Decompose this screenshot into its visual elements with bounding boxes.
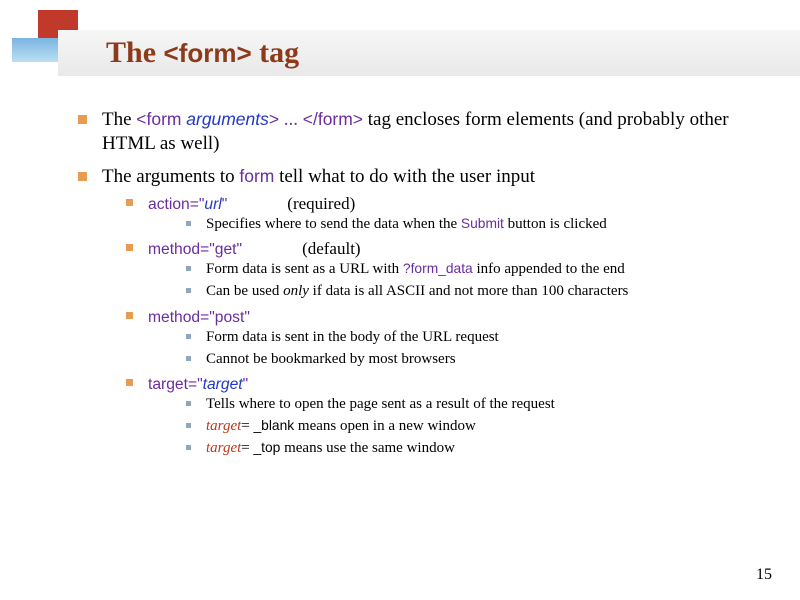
bullet-action-desc: Specifies where to send the data when th… (176, 215, 750, 234)
bullet-post-bookmark: Cannot be bookmarked by most browsers (176, 350, 750, 369)
bullet-get-ascii: Can be used only if data is all ASCII an… (176, 282, 750, 301)
bullet-method-post: method="post" Form data is sent in the b… (118, 306, 750, 369)
blue-square-icon (12, 38, 58, 62)
slide-number: 15 (756, 566, 772, 584)
title-code: <form> (164, 38, 252, 68)
bullet-arguments: The arguments to form tell what to do wi… (78, 165, 750, 459)
title-bar: The <form> tag (58, 30, 800, 76)
bullet-target-desc: Tells where to open the page sent as a r… (176, 395, 750, 414)
bullet-target-top: target= _top means use the same window (176, 439, 750, 458)
title-post: tag (252, 36, 300, 69)
bullet-action: action="url"(required) Specifies where t… (118, 193, 750, 234)
bullet-target-blank: target= _blank means open in a new windo… (176, 417, 750, 436)
bullet-method-get: method="get"(default) Form data is sent … (118, 238, 750, 301)
bullet-post-body: Form data is sent in the body of the URL… (176, 328, 750, 347)
bullet-form-tag: The <form arguments> ... </form> tag enc… (78, 108, 750, 157)
slide-title: The <form> tag (106, 36, 299, 70)
bullet-get-url: Form data is sent as a URL with ?form_da… (176, 260, 750, 279)
title-pre: The (106, 36, 164, 69)
bullet-target: target="target" Tells where to open the … (118, 373, 750, 459)
slide-content: The <form arguments> ... </form> tag enc… (78, 108, 750, 467)
